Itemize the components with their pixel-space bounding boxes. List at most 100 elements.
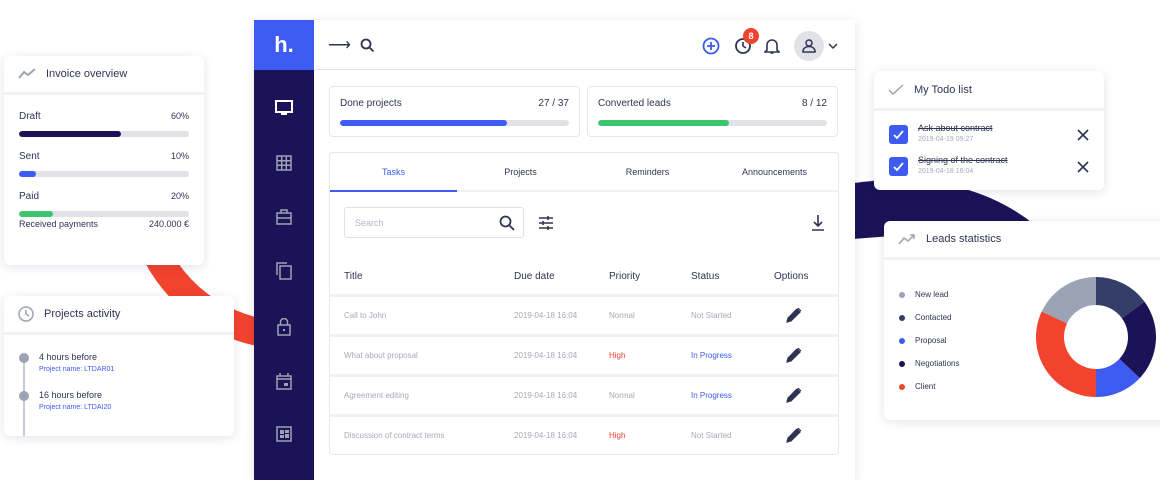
- task-due-date: 2019-04-18 16:04: [514, 311, 578, 320]
- progress-bar: [598, 120, 827, 126]
- column-header[interactable]: Priority: [609, 271, 640, 282]
- tab-announcements[interactable]: Announcements: [711, 153, 838, 190]
- column-header[interactable]: Due date: [514, 271, 555, 282]
- stat-value: 27 / 37: [538, 98, 569, 109]
- todo-text: Signing of the contract: [918, 155, 1008, 165]
- project-link[interactable]: Project name: LTDAR01: [39, 366, 114, 373]
- task-status: In Progress: [691, 351, 732, 360]
- legend-swatch: [899, 314, 905, 321]
- table-row[interactable]: Agreement editing 2019-04-18 16:04 Norma…: [330, 374, 838, 414]
- leads-donut-chart: [1036, 277, 1156, 397]
- card-title: Projects activity: [44, 308, 121, 320]
- table-row[interactable]: Discussion of contract terms 2019-04-18 …: [330, 414, 838, 454]
- stat-card: Converted leads 8 / 12: [587, 86, 838, 137]
- table-row[interactable]: Call to John 2019-04-18 16:04 Normal Not…: [330, 294, 838, 334]
- leads-header: Leads statistics: [884, 221, 1160, 260]
- search-icon[interactable]: [360, 38, 375, 53]
- column-header[interactable]: Options: [774, 271, 808, 282]
- item-label: Paid: [19, 191, 40, 202]
- progress-bar: [340, 120, 569, 126]
- invoice-header: Invoice overview: [4, 56, 204, 95]
- invoice-overview-card: Invoice overview Draft 60% Sent 10% Paid 20…: [4, 56, 204, 265]
- stat-card: Done projects 27 / 37: [329, 86, 580, 137]
- edit-icon[interactable]: [786, 347, 802, 363]
- task-due-date: 2019-04-18 16:04: [514, 351, 578, 360]
- todo-checkbox[interactable]: [889, 157, 908, 176]
- column-header[interactable]: Title: [344, 271, 363, 282]
- donut-slice-client: [1036, 311, 1096, 397]
- received-value: 240.000 €: [148, 219, 189, 229]
- calendar-icon[interactable]: [254, 373, 314, 390]
- invoice-item: Sent 10%: [19, 135, 189, 177]
- legend-item: Proposal: [899, 329, 959, 352]
- stat-label: Done projects: [340, 98, 402, 109]
- briefcase-icon[interactable]: [254, 209, 314, 225]
- edit-icon[interactable]: [786, 307, 802, 323]
- item-value: 20%: [170, 191, 189, 201]
- legend-swatch: [899, 360, 905, 367]
- card-title: My Todo list: [914, 83, 972, 96]
- legend-item: Contacted: [899, 306, 959, 329]
- legend-swatch: [899, 291, 905, 298]
- card-title: Leads statistics: [926, 233, 1002, 245]
- trend-icon: [18, 68, 36, 79]
- copy-icon[interactable]: [254, 262, 314, 280]
- item-value: 10%: [170, 151, 189, 161]
- legend-label: Contacted: [915, 313, 952, 322]
- logo[interactable]: h.: [254, 20, 314, 70]
- dashboard-icon[interactable]: [254, 426, 314, 442]
- tab-tasks[interactable]: Tasks: [330, 153, 457, 192]
- close-icon[interactable]: [1077, 161, 1089, 173]
- monitor-icon[interactable]: [254, 100, 314, 116]
- task-priority: High: [609, 351, 626, 360]
- filter-icon[interactable]: [538, 215, 554, 231]
- trending-up-icon: [898, 234, 915, 245]
- todo-item: Ask about contract 2019-04-19 09:27: [889, 123, 1094, 151]
- activity-header: Projects activity: [4, 296, 234, 335]
- todo-text: Ask about contract: [918, 123, 993, 133]
- tab-reminders[interactable]: Reminders: [584, 153, 711, 190]
- close-icon[interactable]: [1077, 129, 1089, 141]
- legend-item: Negotiations: [899, 352, 959, 375]
- add-icon[interactable]: [702, 37, 720, 55]
- column-header[interactable]: Status: [691, 271, 719, 282]
- sidebar: h.: [254, 20, 314, 480]
- search-input[interactable]: Search: [344, 207, 524, 238]
- item-label: Draft: [19, 111, 41, 122]
- task-title: Call to John: [344, 311, 387, 320]
- app-window: h. ⟶ 8 Done projects 27 / 37 Converted le…: [254, 20, 855, 480]
- received-label: Received payments: [19, 219, 99, 229]
- progress-bar: [19, 171, 189, 177]
- todo-date: 2019-04-19 09:27: [918, 136, 974, 143]
- clock-icon: [18, 306, 34, 322]
- todo-checkbox[interactable]: [889, 125, 908, 144]
- task-priority: Normal: [609, 391, 635, 400]
- search-icon[interactable]: [499, 215, 515, 231]
- task-due-date: 2019-04-18 16:04: [514, 431, 578, 440]
- timeline-dot: [19, 353, 29, 363]
- todo-card: My Todo list Ask about contract 2019-04-…: [874, 71, 1104, 190]
- edit-icon[interactable]: [786, 387, 802, 403]
- chevron-down-icon[interactable]: [828, 43, 838, 50]
- avatar[interactable]: [794, 31, 824, 61]
- stat-label: Converted leads: [598, 98, 671, 109]
- progress-bar: [19, 131, 189, 137]
- bell-icon[interactable]: [764, 37, 780, 55]
- project-link[interactable]: Project name: LTDAI20: [39, 404, 111, 411]
- download-icon[interactable]: [811, 214, 825, 232]
- grid-icon[interactable]: [254, 155, 314, 171]
- task-due-date: 2019-04-18 16:04: [514, 391, 578, 400]
- tab-projects[interactable]: Projects: [457, 153, 584, 190]
- table-row[interactable]: What about proposal 2019-04-18 16:04 Hig…: [330, 334, 838, 374]
- edit-icon[interactable]: [786, 427, 802, 443]
- todo-header: My Todo list: [874, 71, 1104, 111]
- arrow-right-icon[interactable]: ⟶: [328, 35, 351, 55]
- lock-icon[interactable]: [254, 318, 314, 336]
- invoice-item: Draft 60%: [19, 95, 189, 137]
- activity-time: 16 hours before: [39, 390, 103, 400]
- task-status: Not Started: [691, 431, 732, 440]
- task-status: In Progress: [691, 391, 732, 400]
- todo-item: Signing of the contract 2019-04-18 16:04: [889, 155, 1094, 183]
- task-priority: High: [609, 431, 626, 440]
- task-title: What about proposal: [344, 351, 418, 360]
